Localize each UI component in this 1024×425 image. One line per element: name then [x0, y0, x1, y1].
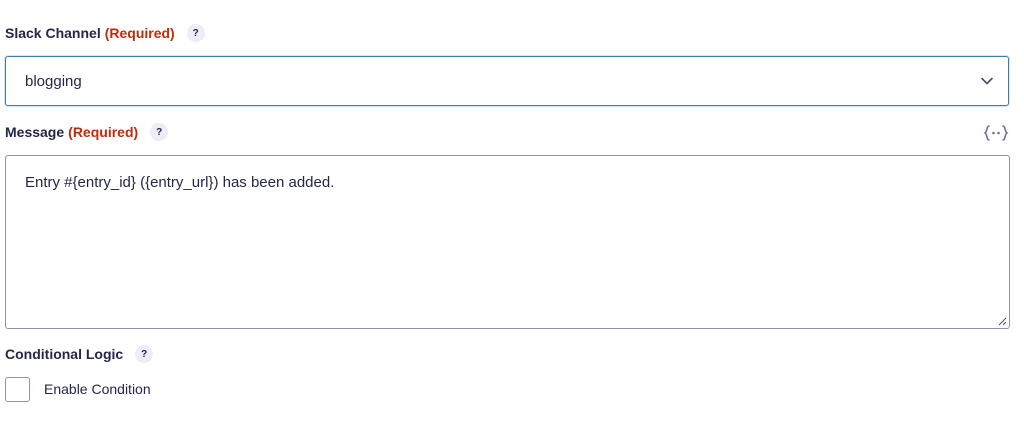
- slack-channel-label-text: Slack Channel: [5, 25, 101, 41]
- message-text: Entry #{entry_id} ({entry_url}) has been…: [25, 174, 335, 191]
- message-label-text: Message: [5, 124, 65, 140]
- help-icon[interactable]: ?: [150, 123, 169, 141]
- enable-condition-label[interactable]: Enable Condition: [44, 381, 151, 397]
- required-indicator: (Required): [104, 25, 175, 41]
- slack-channel-label: Slack Channel (Required) ?: [5, 24, 205, 42]
- message-textarea[interactable]: Entry #{entry_id} ({entry_url}) has been…: [5, 155, 1010, 329]
- conditional-logic-label-text: Conditional Logic: [5, 346, 124, 362]
- message-label: Message (Required) ?: [5, 123, 169, 141]
- enable-condition-checkbox[interactable]: [5, 377, 30, 402]
- merge-tags-icon[interactable]: [983, 123, 1009, 143]
- chevron-down-icon: [981, 77, 993, 85]
- conditional-logic-label: Conditional Logic ?: [5, 345, 154, 363]
- slack-channel-selected-value: blogging: [25, 72, 82, 90]
- slack-channel-select[interactable]: blogging: [5, 56, 1009, 106]
- help-icon[interactable]: ?: [186, 24, 205, 42]
- resize-handle-icon[interactable]: [998, 317, 1007, 326]
- help-icon[interactable]: ?: [135, 345, 154, 363]
- required-indicator: (Required): [68, 124, 139, 140]
